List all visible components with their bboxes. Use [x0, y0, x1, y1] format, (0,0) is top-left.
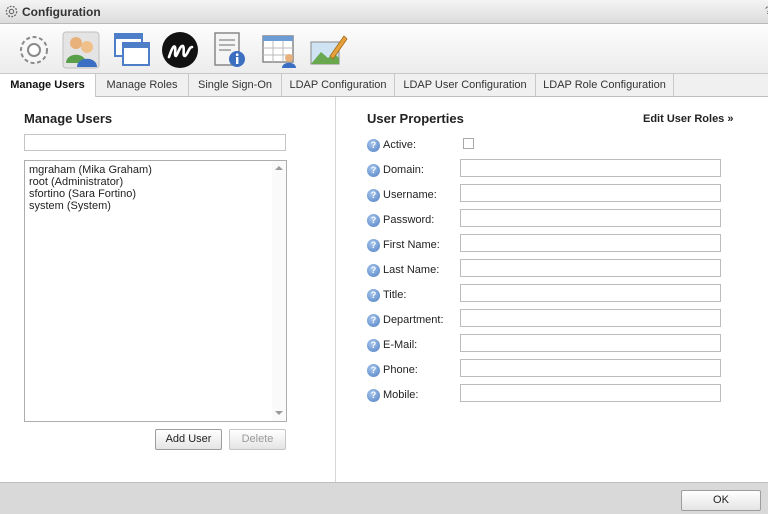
phone-field[interactable] [460, 359, 721, 377]
gear-icon [5, 5, 18, 18]
help-icon[interactable]: ? [367, 389, 380, 402]
help-icon[interactable]: ? [367, 289, 380, 302]
tab-manage-users[interactable]: Manage Users [0, 74, 96, 97]
domain-field[interactable] [460, 159, 721, 177]
title-bar: Configuration ? [0, 0, 768, 24]
windows-icon[interactable] [112, 30, 152, 70]
tab-bar: Manage Users Manage Roles Single Sign-On… [0, 74, 768, 97]
icon-toolbar [0, 24, 768, 74]
list-item[interactable]: sfortino (Sara Fortino) [29, 188, 152, 200]
tab-ldap-role-configuration[interactable]: LDAP Role Configuration [536, 74, 674, 96]
title-label: Title: [383, 289, 407, 301]
first-name-label: First Name: [383, 239, 440, 251]
password-field[interactable] [460, 209, 721, 227]
user-filter-input[interactable] [24, 134, 286, 151]
window-title: Configuration [22, 5, 101, 19]
title-field[interactable] [460, 284, 721, 302]
help-icon[interactable]: ? [367, 339, 380, 352]
scroll-down-icon[interactable] [275, 411, 283, 415]
list-item[interactable]: mgraham (Mika Graham) [29, 164, 152, 176]
tab-ldap-configuration[interactable]: LDAP Configuration [282, 74, 395, 96]
image-pen-icon[interactable] [308, 30, 348, 70]
help-icon[interactable]: ? [367, 214, 380, 227]
first-name-field[interactable] [460, 234, 721, 252]
tab-manage-roles[interactable]: Manage Roles [96, 74, 189, 96]
password-label: Password: [383, 214, 435, 226]
add-user-button[interactable]: Add User [155, 429, 222, 450]
list-scrollbar[interactable] [272, 161, 286, 421]
username-field[interactable] [460, 184, 721, 202]
gear-icon[interactable] [14, 30, 54, 70]
mobile-label: Mobile: [383, 389, 419, 401]
list-item[interactable]: root (Administrator) [29, 176, 152, 188]
scroll-up-icon[interactable] [275, 166, 283, 170]
help-icon[interactable]: ? [367, 189, 380, 202]
calendar-user-icon[interactable] [259, 30, 299, 70]
users-icon[interactable] [61, 30, 101, 70]
dialog-footer [0, 482, 768, 514]
username-label: Username: [383, 189, 437, 201]
tab-single-sign-on[interactable]: Single Sign-On [189, 74, 282, 96]
ok-button[interactable]: OK [681, 490, 761, 511]
last-name-field[interactable] [460, 259, 721, 277]
user-list[interactable]: mgraham (Mika Graham) root (Administrato… [24, 160, 287, 422]
help-icon[interactable]: ? [367, 264, 380, 277]
last-name-label: Last Name: [383, 264, 440, 276]
tab-ldap-user-configuration[interactable]: LDAP User Configuration [395, 74, 536, 96]
active-label: Active: [383, 139, 417, 151]
help-icon[interactable]: ? [367, 364, 380, 377]
domain-label: Domain: [383, 164, 424, 176]
manage-users-heading: Manage Users [24, 111, 113, 126]
delete-button[interactable]: Delete [229, 429, 286, 450]
email-label: E-Mail: [383, 339, 418, 351]
document-info-icon[interactable] [209, 30, 249, 70]
edit-user-roles-link[interactable]: Edit User Roles » [643, 113, 733, 125]
m-logo-icon[interactable] [160, 30, 200, 70]
active-checkbox[interactable] [463, 138, 474, 149]
department-field[interactable] [460, 309, 721, 327]
list-item[interactable]: system (System) [29, 200, 152, 212]
mobile-field[interactable] [460, 384, 721, 402]
help-icon[interactable]: ? [367, 314, 380, 327]
email-field[interactable] [460, 334, 721, 352]
user-properties-heading: User Properties [367, 111, 464, 126]
department-label: Department: [383, 314, 444, 326]
help-icon[interactable]: ? [367, 164, 380, 177]
help-icon[interactable]: ? [367, 239, 380, 252]
phone-label: Phone: [383, 364, 418, 376]
help-icon[interactable]: ? [367, 139, 380, 152]
